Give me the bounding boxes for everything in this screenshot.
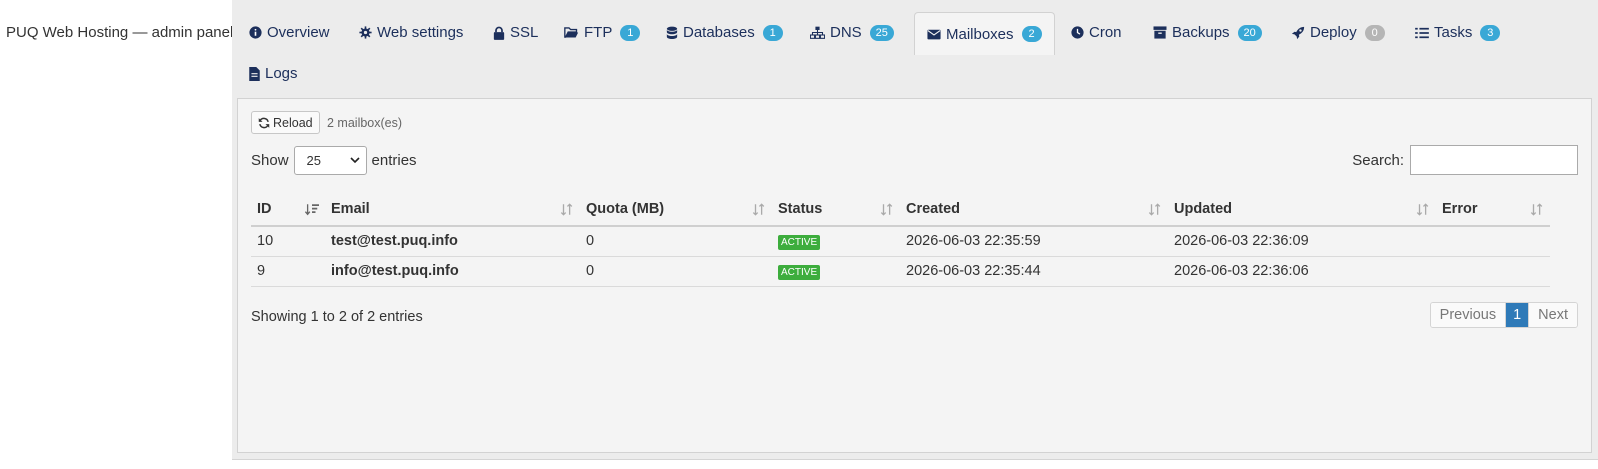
page-length-control: Show 25 entries: [251, 146, 417, 175]
gear-icon: [359, 26, 372, 39]
sort-icon: [1416, 203, 1429, 216]
tab-cron[interactable]: Cron: [1059, 12, 1134, 53]
tab-count-badge: 0: [1364, 24, 1385, 41]
chevron-down-icon: [349, 157, 360, 164]
tab-label: Mailboxes: [946, 25, 1014, 43]
page-length-value: 25: [306, 153, 321, 168]
clock-icon: [1071, 26, 1084, 39]
entries-label: entries: [371, 152, 417, 169]
tab-backups[interactable]: Backups 20: [1141, 12, 1274, 53]
status-badge: ACTIVE: [778, 264, 821, 280]
tab-count-badge: 2: [1021, 26, 1042, 42]
tab-label: DNS: [830, 24, 862, 41]
archive-icon: [1153, 26, 1167, 39]
app-title: PUQ Web Hosting — admin panel: [6, 24, 234, 41]
cell-status: ACTIVE: [772, 256, 900, 287]
search-input[interactable]: [1410, 145, 1578, 175]
info-circle-icon: [249, 26, 262, 39]
mailboxes-content: Reload 2 mailbox(es) Show 25 entries Sea…: [237, 98, 1592, 453]
cell-email: info@test.puq.info: [325, 256, 580, 287]
tab-bar: Overview Web settings SSL FTP 1 Database…: [232, 0, 1598, 100]
tab-count-badge: 25: [869, 24, 894, 41]
column-header-status[interactable]: Status: [772, 193, 900, 227]
previous-button[interactable]: Previous: [1430, 303, 1507, 327]
cell-error: [1436, 256, 1550, 287]
sort-icon: [752, 203, 765, 216]
tab-label: Overview: [267, 24, 330, 41]
tab-label: Cron: [1089, 24, 1122, 41]
cell-quota: 0: [580, 226, 772, 257]
envelope-icon: [927, 29, 941, 39]
column-header-created[interactable]: Created: [900, 193, 1168, 227]
tab-tasks[interactable]: Tasks 3: [1403, 12, 1512, 53]
tab-label: Backups: [1172, 24, 1230, 41]
search-control: Search:: [1352, 145, 1578, 175]
lock-icon: [493, 26, 505, 40]
tab-count-badge: 3: [1480, 24, 1501, 41]
sort-icon: [880, 203, 893, 216]
tab-ssl[interactable]: SSL: [481, 12, 550, 53]
page-button-current[interactable]: 1: [1506, 303, 1529, 327]
tab-overview[interactable]: Overview: [237, 12, 342, 53]
tab-ftp[interactable]: FTP 1: [552, 12, 652, 53]
cell-updated: 2026-06-03 22:36:06: [1168, 256, 1436, 287]
column-header-id[interactable]: ID: [251, 193, 325, 227]
tab-label: Deploy: [1310, 24, 1357, 41]
database-icon: [666, 26, 678, 39]
tab-label: Web settings: [377, 24, 464, 41]
tab-count-badge: 20: [1237, 24, 1262, 41]
page-length-select[interactable]: 25: [293, 146, 367, 175]
cell-error: [1436, 226, 1550, 257]
cell-updated: 2026-06-03 22:36:09: [1168, 226, 1436, 257]
cell-created: 2026-06-03 22:35:44: [900, 256, 1168, 287]
next-button[interactable]: Next: [1528, 303, 1577, 327]
tab-label: Logs: [265, 65, 298, 82]
tab-label: Tasks: [1434, 24, 1473, 41]
cell-quota: 0: [580, 256, 772, 287]
file-icon: [249, 66, 260, 81]
tab-databases[interactable]: Databases 1: [654, 12, 795, 53]
tab-deploy[interactable]: Deploy 0: [1279, 12, 1397, 53]
column-header-email[interactable]: Email: [325, 193, 580, 227]
table-header-row: ID Email Quota (MB) Status Created Updat…: [251, 193, 1550, 227]
tab-count-badge: 1: [762, 24, 783, 41]
show-label: Show: [251, 152, 289, 169]
column-header-updated[interactable]: Updated: [1168, 193, 1436, 227]
sort-icon: [1148, 203, 1161, 216]
tab-web-settings[interactable]: Web settings: [347, 12, 475, 53]
cell-created: 2026-06-03 22:35:59: [900, 226, 1168, 257]
cell-status: ACTIVE: [772, 226, 900, 257]
sort-icon: [1530, 203, 1543, 216]
sort-icon: [560, 203, 573, 216]
cell-id: 10: [251, 226, 325, 257]
table-row: 9 info@test.puq.info 0 ACTIVE 2026-06-03…: [251, 256, 1550, 287]
mailboxes-table: ID Email Quota (MB) Status Created Updat…: [251, 193, 1550, 287]
sort-desc-icon: [305, 204, 319, 216]
tab-dns[interactable]: DNS 25: [798, 12, 906, 53]
column-header-error[interactable]: Error: [1436, 193, 1550, 227]
main-panel: Overview Web settings SSL FTP 1 Database…: [232, 0, 1598, 460]
tab-label: FTP: [584, 24, 613, 41]
refresh-icon: [258, 117, 270, 128]
reload-button[interactable]: Reload: [251, 111, 320, 134]
pagination: Previous 1 Next: [1429, 302, 1578, 328]
table-info: Showing 1 to 2 of 2 entries: [251, 309, 423, 325]
cell-id: 9: [251, 256, 325, 287]
tab-count-badge: 1: [620, 24, 641, 41]
tab-label: SSL: [510, 24, 539, 41]
cell-email: test@test.puq.info: [325, 226, 580, 257]
tab-mailboxes[interactable]: Mailboxes 2: [914, 12, 1055, 55]
tab-label: Databases: [683, 24, 755, 41]
list-icon: [1415, 27, 1429, 38]
reload-label: Reload: [273, 115, 313, 130]
mailbox-count: 2 mailbox(es): [327, 116, 403, 130]
search-label: Search:: [1352, 151, 1404, 169]
column-header-quota[interactable]: Quota (MB): [580, 193, 772, 227]
tab-logs[interactable]: Logs: [237, 53, 310, 94]
rocket-icon: [1291, 26, 1305, 39]
table-row: 10 test@test.puq.info 0 ACTIVE 2026-06-0…: [251, 226, 1550, 257]
status-badge: ACTIVE: [778, 234, 821, 250]
folder-open-icon: [564, 27, 579, 38]
sitemap-icon: [810, 26, 825, 39]
